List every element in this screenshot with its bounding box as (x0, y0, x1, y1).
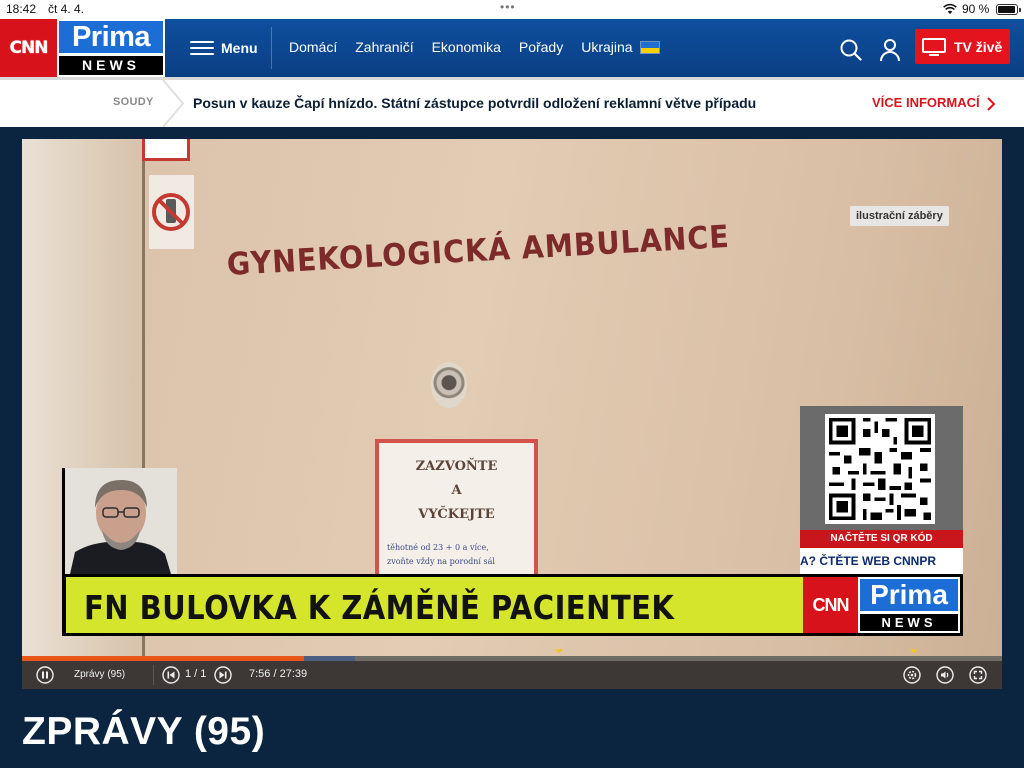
lower-third-prima-logo: Prima NEWS (858, 577, 960, 633)
qr-code-image (825, 414, 935, 524)
ticker-category: SOUDY (113, 96, 154, 108)
caption-band: FN BULOVKA K ZÁMĚNĚ PACIENTEK (66, 577, 803, 633)
battery-percent: 90 % (962, 2, 990, 16)
scene-ambulance-sign: GYNEKOLOGICKÁ AMBULANCE (225, 218, 731, 283)
ukraine-flag-icon (639, 41, 660, 54)
logo-news-text: NEWS (59, 56, 163, 75)
pause-icon[interactable] (36, 666, 54, 684)
fullscreen-icon[interactable] (969, 666, 987, 684)
no-phone-sign-icon (149, 175, 194, 249)
hamburger-icon (190, 40, 214, 56)
speaker-portrait (62, 468, 177, 574)
duration: 27:39 (279, 668, 308, 680)
chevron-right-icon[interactable] (985, 97, 997, 111)
notice-line-1: ZAZVOŇTE (415, 459, 498, 474)
illustration-footage-badge: ilustrační záběry (850, 206, 949, 226)
nav-link-porady[interactable]: Pořady (519, 39, 563, 55)
nav-link-domaci[interactable]: Domácí (289, 39, 337, 55)
status-time: 18:42 (6, 2, 37, 16)
speaker-avatar (65, 468, 177, 574)
notice-small-2: zvoňte vždy na porodní sál (387, 557, 495, 566)
qr-code-panel: NAČTĚTE SI QR KÓD A? ČTĚTE WEB CNNPR (800, 406, 963, 574)
nav-link-ekonomika[interactable]: Ekonomika (432, 39, 501, 55)
qr-web-ticker: A? ČTĚTE WEB CNNPR (800, 548, 963, 574)
previous-icon[interactable] (162, 666, 180, 684)
tv-live-label: TV živě (954, 38, 1003, 55)
lt-prima-text: Prima (860, 579, 958, 611)
notice-line-2: A (451, 483, 462, 498)
timecode: 7:56 / 27:39 (249, 668, 307, 680)
settings-gear-icon[interactable] (903, 666, 921, 684)
user-icon[interactable] (879, 38, 901, 62)
video-player[interactable]: GYNEKOLOGICKÁ AMBULANCE ZAZVOŇTE A VYČKE… (22, 139, 1002, 689)
cnn-logo[interactable]: CNN (0, 19, 57, 77)
ios-status-bar: 18:42 čt 4. 4. ••• 90 % (0, 0, 1024, 19)
menu-button[interactable]: Menu (190, 37, 258, 59)
program-name: Zprávy (95) (74, 669, 126, 680)
notice-small-1: těhotné od 23 + 0 a více, (387, 543, 489, 552)
page-title: ZPRÁVY (95) (22, 710, 266, 753)
logo-prima-text: Prima (59, 21, 163, 53)
more-info-link[interactable]: VÍCE INFORMACÍ (872, 95, 980, 110)
time-separator: / (273, 668, 277, 680)
tv-icon (922, 37, 946, 56)
chevron-separator-icon (162, 80, 185, 127)
next-icon[interactable] (214, 666, 232, 684)
prima-news-logo[interactable]: Prima NEWS (57, 19, 165, 77)
episode-pager: 1 / 1 (185, 668, 207, 680)
player-controls: Zprávy (95) 1 / 1 7:56 / 27:39 (22, 661, 1002, 689)
chapter-marker[interactable] (555, 649, 563, 654)
nav-link-ukrajina[interactable]: Ukrajina (581, 39, 660, 55)
tv-live-button[interactable]: TV živě (915, 29, 1010, 64)
ticker-headline[interactable]: Posun v kauze Čapí hnízdo. Státní zástup… (193, 95, 756, 111)
wifi-icon (943, 3, 957, 14)
controls-divider (153, 665, 154, 685)
status-date: čt 4. 4. (48, 2, 85, 16)
multitasking-dots[interactable]: ••• (500, 0, 516, 14)
battery-icon (996, 4, 1021, 15)
lower-third-caption: FN BULOVKA K ZÁMĚNĚ PACIENTEK CNN Prima … (62, 574, 963, 636)
top-navigation: CNN Prima NEWS Menu Domácí Zahraničí Eko… (0, 19, 1024, 77)
video-frame: GYNEKOLOGICKÁ AMBULANCE ZAZVOŇTE A VYČKE… (22, 139, 1002, 659)
lt-news-text: NEWS (860, 614, 958, 631)
caption-text: FN BULOVKA K ZÁMĚNĚ PACIENTEK (84, 588, 675, 627)
volume-icon[interactable] (936, 666, 954, 684)
current-time: 7:56 (249, 668, 271, 680)
notice-line-3: VYČKEJTE (418, 507, 495, 522)
chapter-marker[interactable] (910, 649, 918, 654)
search-icon[interactable] (840, 39, 862, 61)
scene-sign-top (142, 139, 190, 161)
lower-third-cnn-logo: CNN (803, 577, 858, 633)
menu-label: Menu (221, 40, 258, 56)
breaking-news-strip[interactable]: SOUDY Posun v kauze Čapí hnízdo. Státní … (0, 77, 1024, 127)
nav-divider (271, 27, 272, 69)
main-nav-links: Domácí Zahraničí Ekonomika Pořady Ukraji… (289, 39, 678, 55)
door-peephole (431, 362, 467, 408)
qr-code-label: NAČTĚTE SI QR KÓD (800, 530, 963, 548)
nav-link-zahranici[interactable]: Zahraničí (355, 39, 413, 55)
